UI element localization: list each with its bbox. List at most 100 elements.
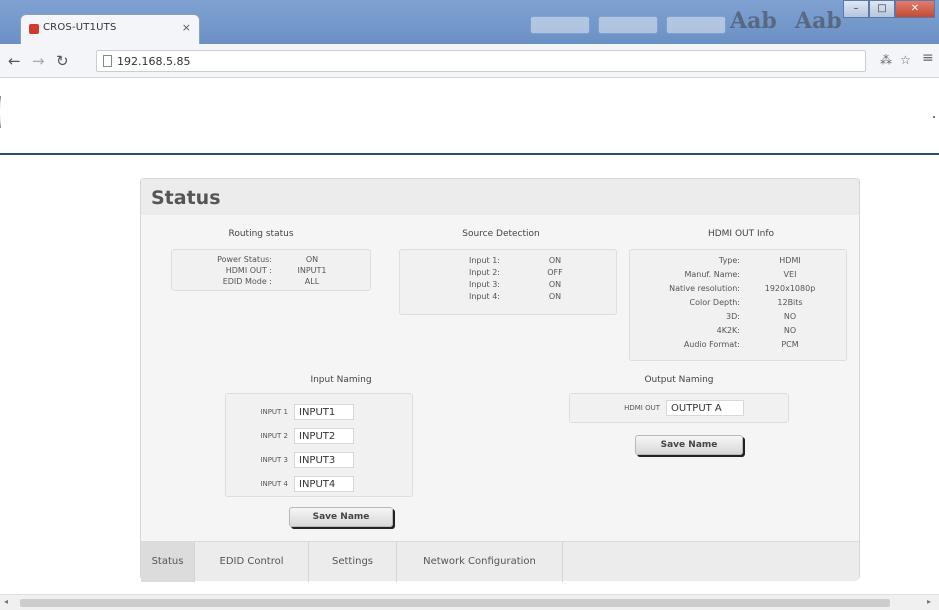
ribbon-style-sample: Aab [730,8,777,34]
scroll-left-icon[interactable]: ◂ [4,597,8,606]
routing-value: ALL [304,277,320,286]
hdmi-info-value: HDMI [779,256,801,265]
hdmi-info-row: Native resolution: 1920x1080p [630,284,846,294]
hdmi-info-row: Audio Format: PCM [630,340,846,350]
background-window-ribbon: Aab Aab [230,6,842,36]
source-value: ON [548,256,562,265]
routing-label: Power Status: [217,255,272,264]
source-value: ON [548,292,562,301]
hdmi-info-row: Color Depth: 12Bits [630,298,846,308]
translate-icon[interactable]: ⁂ [880,53,892,67]
browser-toolbar: ← → ↻ 192.168.5.85 ⁂ ☆ ≡ [0,44,939,78]
source-row: Input 1: ON [400,256,616,266]
window-titlebar: CROS-UT1UTS × Aab Aab – □ ✕ [0,0,939,44]
hdmi-info-label: Native resolution: [669,284,740,293]
source-detection-box: Input 1: ON Input 2: OFF Input 3: ON Inp… [399,249,617,315]
hdmi-info-value: VEI [783,270,797,279]
status-panel: Status Routing status Power Status: ON H… [140,178,860,582]
scrollbar-thumb[interactable] [20,599,890,607]
hdmi-info-label: Color Depth: [689,298,741,307]
routing-row: Power Status: ON [172,255,370,265]
address-bar[interactable]: 192.168.5.85 [96,50,866,72]
favicon-icon [29,24,39,34]
source-label: Input 4: [468,292,500,301]
save-input-name-button[interactable]: Save Name [289,507,393,527]
tab-close-icon[interactable]: × [182,21,191,34]
source-row: Input 4: ON [400,292,616,302]
forward-icon[interactable]: → [32,52,45,70]
output-name-label: HDMI OUT [624,404,660,412]
input-name-row: INPUT 4 [226,476,412,494]
tab-settings[interactable]: Settings [309,542,397,582]
source-row: Input 2: OFF [400,268,616,278]
source-detection-heading: Source Detection [462,229,540,239]
input-name-row: INPUT 2 [226,428,412,446]
hdmi-info-label: 4K2K: [716,326,740,335]
hdmi-info-label: Type: [718,256,740,265]
routing-value: INPUT1 [297,266,327,275]
source-value: ON [548,280,562,289]
hdmi-out-info-box: Type: HDMI Manuf. Name: VEI Native resol… [629,249,847,361]
routing-label: EDID Mode : [222,277,272,286]
input-name-row: INPUT 1 [226,404,412,422]
input-4-name-field[interactable] [294,476,354,492]
input-naming-box: INPUT 1 INPUT 2 INPUT 3 INPUT 4 [225,393,413,497]
tab-edid-control[interactable]: EDID Control [195,542,309,582]
routing-row: EDID Mode : ALL [172,277,370,287]
horizontal-scrollbar[interactable]: ◂ ▸ [0,594,939,610]
scroll-right-icon[interactable]: ▸ [927,597,931,606]
tab-title: CROS-UT1UTS [43,22,117,33]
source-row: Input 3: ON [400,280,616,290]
input-name-label: INPUT 2 [260,432,288,440]
header-dot-decoration [933,116,935,118]
routing-status-heading: Routing status [228,229,294,239]
panel-title-bar [141,179,859,215]
input-name-label: INPUT 4 [260,480,288,488]
page-title: Status [151,187,221,209]
page-icon [103,55,112,67]
output-name-field[interactable] [666,400,744,416]
reload-icon[interactable]: ↻ [56,52,69,70]
ribbon-style-sample: Aab [795,8,842,34]
window-controls: – □ ✕ [843,0,935,18]
hdmi-info-value: NO [783,326,797,335]
menu-icon[interactable]: ≡ [922,50,934,66]
hdmi-info-label: 3D: [726,312,740,321]
tab-status[interactable]: Status [141,542,195,582]
hdmi-info-label: Audio Format: [683,340,740,349]
panel-tabs: Status EDID Control Settings Network Con… [141,541,859,582]
maximize-button[interactable]: □ [869,0,895,18]
ribbon-style-box [666,16,726,34]
input-3-name-field[interactable] [294,452,354,468]
hdmi-info-value: 1920x1080p [764,284,816,293]
output-naming-box: HDMI OUT [569,393,789,423]
close-button[interactable]: ✕ [895,0,935,18]
hdmi-info-row: 4K2K: NO [630,326,846,336]
output-name-row: HDMI OUT [570,400,788,418]
input-naming-heading: Input Naming [310,375,372,385]
routing-label: HDMI OUT : [225,266,272,275]
input-1-name-field[interactable] [294,404,354,420]
input-name-label: INPUT 3 [260,456,288,464]
input-name-label: INPUT 1 [260,408,288,416]
bookmark-star-icon[interactable]: ☆ [900,53,911,67]
hdmi-info-row: Type: HDMI [630,256,846,266]
hdmi-info-label: Manuf. Name: [684,270,740,279]
source-value: OFF [547,268,563,277]
routing-row: HDMI OUT : INPUT1 [172,266,370,276]
source-label: Input 2: [468,268,500,277]
hdmi-info-row: 3D: NO [630,312,846,322]
source-label: Input 3: [468,280,500,289]
hdmi-info-value: PCM [781,340,799,349]
url-text: 192.168.5.85 [117,55,191,68]
browser-tab[interactable]: CROS-UT1UTS × [20,14,200,44]
save-output-name-button[interactable]: Save Name [635,435,743,455]
input-2-name-field[interactable] [294,428,354,444]
routing-value: ON [305,255,319,264]
tab-network-configuration[interactable]: Network Configuration [397,542,563,582]
back-icon[interactable]: ← [8,52,21,70]
hdmi-info-value: NO [783,312,797,321]
input-name-row: INPUT 3 [226,452,412,470]
ribbon-style-box [530,16,590,34]
minimize-button[interactable]: – [843,0,869,18]
